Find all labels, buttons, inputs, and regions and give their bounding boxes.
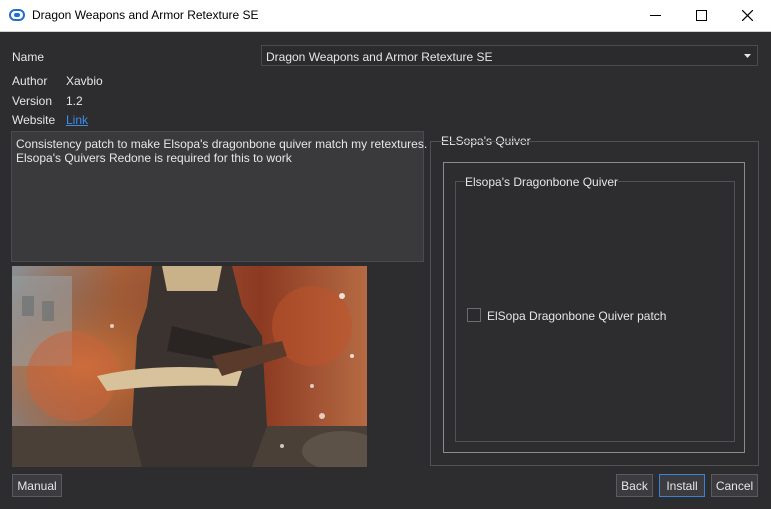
- name-label: Name: [12, 50, 45, 64]
- install-button[interactable]: Install: [659, 474, 705, 497]
- maximize-icon: [696, 10, 707, 21]
- maximize-button[interactable]: [679, 0, 725, 31]
- manual-button[interactable]: Manual: [12, 474, 62, 497]
- window-title: Dragon Weapons and Armor Retexture SE: [32, 8, 259, 22]
- preview-art: [12, 266, 367, 467]
- website-link[interactable]: Link: [66, 113, 88, 127]
- description-line: Consistency patch to make Elsopa's drago…: [16, 137, 428, 151]
- description-line: Elsopa's Quivers Redone is required for …: [16, 151, 292, 165]
- chevron-down-icon: [744, 54, 751, 58]
- dragonbone-quiver-patch-checkbox[interactable]: [467, 308, 481, 322]
- version-value: 1.2: [66, 94, 83, 108]
- dropdown-selected-value: Dragon Weapons and Armor Retexture SE: [266, 50, 493, 64]
- module-name-dropdown[interactable]: Dragon Weapons and Armor Retexture SE: [261, 45, 758, 66]
- option-group-title: Elsopa's Dragonbone Quiver: [465, 175, 619, 189]
- preview-image: [12, 266, 367, 467]
- minimize-button[interactable]: [633, 0, 679, 31]
- close-icon: [742, 10, 753, 21]
- dragonbone-quiver-patch-label[interactable]: ElSopa Dragonbone Quiver patch: [487, 309, 666, 323]
- back-button[interactable]: Back: [616, 474, 653, 497]
- title-bar: Dragon Weapons and Armor Retexture SE: [0, 0, 771, 32]
- close-button[interactable]: [725, 0, 771, 31]
- description-box[interactable]: Consistency patch to make Elsopa's drago…: [11, 131, 428, 262]
- cancel-button[interactable]: Cancel: [711, 474, 758, 497]
- website-label: Website: [12, 113, 56, 127]
- author-label: Author: [12, 74, 48, 88]
- minimize-icon: [650, 15, 661, 16]
- author-value: Xavbio: [66, 74, 103, 88]
- version-label: Version: [12, 94, 53, 108]
- app-logo-icon: [9, 9, 25, 21]
